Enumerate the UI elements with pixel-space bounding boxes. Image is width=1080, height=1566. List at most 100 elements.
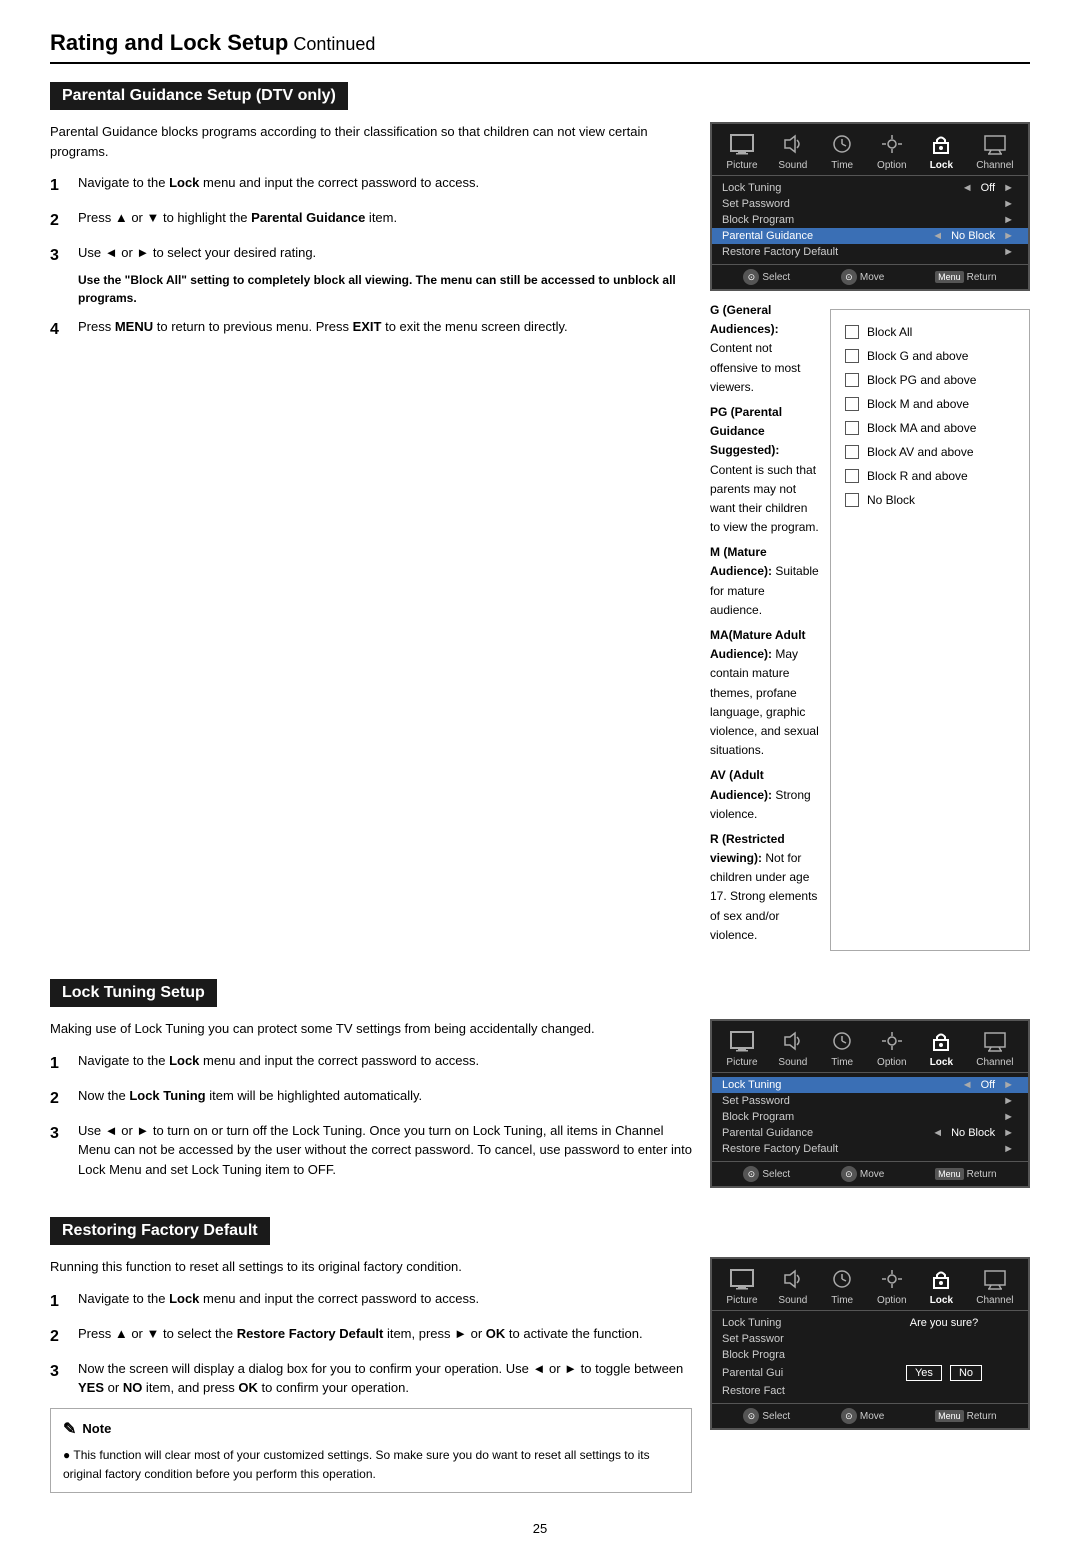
- restore-steps: 1 Navigate to the Lock menu and input th…: [50, 1289, 692, 1398]
- option-block-pg: Block PG and above: [845, 368, 1015, 392]
- menu-btn-3: Menu: [935, 1410, 964, 1422]
- option-block-av: Block AV and above: [845, 440, 1015, 464]
- menu1-row-lock-tuning: Lock Tuning ◄ Off ►: [712, 180, 1028, 196]
- sound-label-2: Sound: [778, 1057, 807, 1068]
- step-1-num: 1: [50, 174, 68, 198]
- restore-header: Restoring Factory Default: [50, 1217, 270, 1245]
- lock-tuning-right: Picture Sound Time: [710, 1019, 1030, 1188]
- footer-select: ⊙ Select: [743, 269, 790, 285]
- tv-menu-2-footer: ⊙ Select ⊙ Move Menu Return: [712, 1161, 1028, 1186]
- rating-descriptions: G (General Audiences): Content not offen…: [710, 301, 820, 951]
- checkbox-block-pg: [845, 373, 859, 387]
- icon2-sound-col: Sound: [778, 1027, 807, 1068]
- select-btn: ⊙: [743, 269, 759, 285]
- step-2-text: Press ▲ or ▼ to highlight the Parental G…: [78, 208, 397, 233]
- channel-label: Channel: [976, 160, 1013, 171]
- yes-button[interactable]: Yes: [906, 1365, 942, 1381]
- lt-step-2-num: 2: [50, 1087, 68, 1111]
- lt-step-2-text: Now the Lock Tuning item will be highlig…: [78, 1086, 422, 1111]
- note-title: Note: [82, 1419, 111, 1440]
- menu1-row-set-password: Set Password ►: [712, 196, 1028, 212]
- note-box: ✎ Note ● This function will clear most o…: [50, 1408, 692, 1494]
- channel-icon: [981, 130, 1009, 158]
- menu2-row-block-program: Block Program ►: [712, 1109, 1028, 1125]
- title-suffix: Continued: [288, 34, 375, 54]
- parental-left-col: Parental Guidance blocks programs accord…: [50, 122, 692, 352]
- rs-step-2-text: Press ▲ or ▼ to select the Restore Facto…: [78, 1324, 643, 1349]
- tv-menu-1: Picture Sound Time: [710, 122, 1030, 291]
- picture-label-2: Picture: [726, 1057, 757, 1068]
- note-icon: ✎: [63, 1417, 76, 1443]
- option-label-3: Option: [877, 1295, 906, 1306]
- menu-btn: Menu: [935, 271, 964, 283]
- title-text: Rating and Lock Setup: [50, 30, 288, 55]
- icon3-lock-col: Lock: [927, 1265, 955, 1306]
- lt-step-3: 3 Use ◄ or ► to turn on or turn off the …: [50, 1121, 692, 1180]
- lock-tuning-steps: 1 Navigate to the Lock menu and input th…: [50, 1051, 692, 1180]
- checkbox-block-all: [845, 325, 859, 339]
- icon-option-col: Option: [877, 130, 906, 171]
- footer-return: Menu Return: [935, 269, 997, 285]
- rating-ma: MA(Mature Adult Audience): May contain m…: [710, 626, 820, 760]
- checkbox-no-block: [845, 493, 859, 507]
- footer3-move: ⊙ Move: [841, 1408, 884, 1424]
- picture-icon-3: [728, 1265, 756, 1293]
- move-btn-2: ⊙: [841, 1166, 857, 1182]
- step-1: 1 Navigate to the Lock menu and input th…: [50, 173, 692, 198]
- step-3: 3 Use ◄ or ► to select your desired rati…: [50, 243, 692, 307]
- step-3-num: 3: [50, 244, 68, 307]
- rs-step-3: 3 Now the screen will display a dialog b…: [50, 1359, 692, 1398]
- rs-step-3-num: 3: [50, 1360, 68, 1398]
- channel-icon-2: [981, 1027, 1009, 1055]
- lock-tuning-left: Making use of Lock Tuning you can protec…: [50, 1019, 692, 1189]
- icon-channel-col: Channel: [976, 130, 1013, 171]
- dialog-are-you-sure: Are you sure?: [870, 1317, 1018, 1329]
- tv-menu-3: Picture Sound Time: [710, 1257, 1030, 1430]
- menu1-row-block-program: Block Program ►: [712, 212, 1028, 228]
- picture-icon: [728, 130, 756, 158]
- no-button[interactable]: No: [950, 1365, 982, 1381]
- menu2-row-set-password: Set Password ►: [712, 1093, 1028, 1109]
- lock-icon-3: [927, 1265, 955, 1293]
- lock-icon: [927, 130, 955, 158]
- menu2-row-restore: Restore Factory Default ►: [712, 1141, 1028, 1157]
- sound-icon-3: [779, 1265, 807, 1293]
- lock-tuning-section: Lock Tuning Setup Making use of Lock Tun…: [50, 979, 1030, 1189]
- icon3-time-col: Time: [828, 1265, 856, 1306]
- rating-av: AV (Adult Audience): Strong violence.: [710, 766, 820, 824]
- select-btn-3: ⊙: [743, 1408, 759, 1424]
- parental-guidance-section: Parental Guidance Setup (DTV only) Paren…: [50, 82, 1030, 951]
- tv-menu-1-rows: Lock Tuning ◄ Off ► Set Password ► Block…: [712, 176, 1028, 264]
- lock-icon-2: [927, 1027, 955, 1055]
- channel-icon-3: [981, 1265, 1009, 1293]
- tv-menu-icons-3: Picture Sound Time: [712, 1259, 1028, 1311]
- option-block-all: Block All: [845, 320, 1015, 344]
- lock-label-2: Lock: [930, 1057, 953, 1068]
- lock-tuning-intro: Making use of Lock Tuning you can protec…: [50, 1019, 692, 1039]
- footer3-return: Menu Return: [935, 1408, 997, 1424]
- sound-label: Sound: [778, 160, 807, 171]
- icon2-channel-col: Channel: [976, 1027, 1013, 1068]
- checkbox-block-ma: [845, 421, 859, 435]
- channel-label-3: Channel: [976, 1295, 1013, 1306]
- icon2-picture-col: Picture: [726, 1027, 757, 1068]
- step-1-text: Navigate to the Lock menu and input the …: [78, 173, 479, 198]
- parental-intro: Parental Guidance blocks programs accord…: [50, 122, 692, 161]
- time-icon: [828, 130, 856, 158]
- note-header: ✎ Note: [63, 1417, 679, 1443]
- lock-label-3: Lock: [930, 1295, 953, 1306]
- option-icon-3: [878, 1265, 906, 1293]
- rs-step-1: 1 Navigate to the Lock menu and input th…: [50, 1289, 692, 1314]
- icon2-lock-col: Lock: [927, 1027, 955, 1068]
- step-3-text: Use ◄ or ► to select your desired rating…: [78, 245, 316, 260]
- rs-step-1-text: Navigate to the Lock menu and input the …: [78, 1289, 479, 1314]
- time-label: Time: [831, 160, 853, 171]
- parental-guidance-header: Parental Guidance Setup (DTV only): [50, 82, 348, 110]
- option-block-ma: Block MA and above: [845, 416, 1015, 440]
- rating-m: M (Mature Audience): Suitable for mature…: [710, 543, 820, 620]
- picture-icon-2: [728, 1027, 756, 1055]
- icon-sound-col: Sound: [778, 130, 807, 171]
- menu1-row-restore: Restore Factory Default ►: [712, 244, 1028, 260]
- icon3-picture-col: Picture: [726, 1265, 757, 1306]
- option-block-r: Block R and above: [845, 464, 1015, 488]
